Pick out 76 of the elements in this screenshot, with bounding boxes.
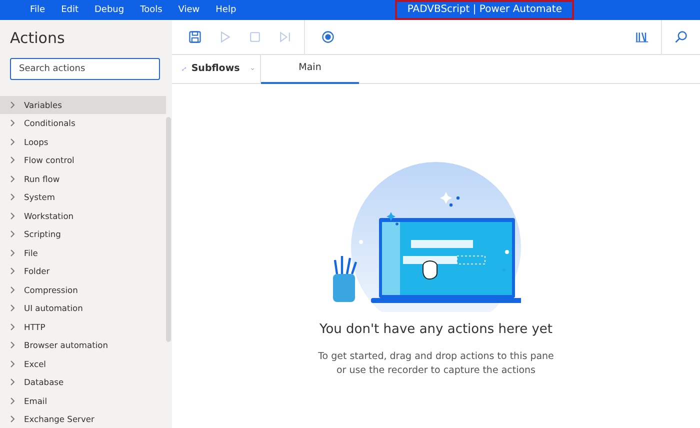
action-category[interactable]: Database: [0, 373, 166, 392]
category-label: UI automation: [24, 302, 83, 314]
scrollbar[interactable]: [166, 117, 171, 342]
chevron-icon: [10, 138, 16, 146]
empty-state-text: or use the recorder to capture the actions: [335, 364, 537, 378]
action-category[interactable]: HTTP: [0, 318, 166, 336]
chevron-icon: [10, 304, 16, 312]
chevron-icon: [10, 174, 16, 183]
menu-item[interactable]: Debug: [86, 0, 132, 20]
search-field[interactable]: Search actions: [10, 58, 160, 80]
category-label: Email: [24, 394, 48, 407]
chevron-icon: [10, 341, 16, 350]
menu-item[interactable]: View: [170, 0, 208, 20]
category-label: Run flow: [24, 172, 60, 185]
stop-icon: [248, 30, 262, 44]
category-label: File: [24, 246, 38, 259]
chevron-icon: [10, 156, 16, 164]
chevron-icon: [10, 230, 16, 238]
subflows-dropdown[interactable]: Subflows: [172, 55, 261, 83]
action-category[interactable]: Scripting: [0, 225, 166, 244]
books-icon: [635, 30, 649, 44]
record-icon: [321, 30, 335, 44]
empty-state-text: To get started, drag and drop actions to this pane: [318, 350, 554, 364]
action-category[interactable]: Variables: [0, 96, 166, 114]
menu-item[interactable]: File: [22, 0, 54, 20]
menu-item[interactable]: Edit: [53, 0, 86, 20]
chevron-icon: [10, 360, 16, 368]
action-category[interactable]: Conditionals: [0, 114, 166, 132]
category-label: Database: [24, 376, 64, 388]
save-icon: [188, 30, 202, 44]
chevron-icon: [10, 415, 16, 424]
chevron-icon: [10, 100, 16, 109]
category-label: Flow control: [24, 154, 74, 166]
category-label: Exchange Server: [24, 413, 94, 426]
action-category[interactable]: Folder: [0, 262, 166, 280]
chevron-icon: [10, 286, 16, 294]
category-label: Variables: [24, 98, 62, 111]
chevron-icon: [10, 396, 16, 405]
action-category[interactable]: System: [0, 188, 166, 206]
chevron-icon: [10, 119, 16, 128]
chevron-icon: [10, 267, 16, 276]
action-category[interactable]: Email: [0, 392, 166, 410]
action-category[interactable]: File: [0, 244, 166, 262]
chevron-icon: [10, 248, 16, 257]
action-category[interactable]: UI automation: [0, 299, 166, 318]
category-label: Scripting: [24, 228, 61, 240]
play-icon: [218, 30, 232, 44]
chevron-icon: [10, 322, 16, 331]
category-label: Conditionals: [24, 117, 76, 130]
action-category[interactable]: Run flow: [0, 170, 166, 188]
window-title: PADVBScript | Power Automate: [395, 0, 574, 20]
chevron-icon: [10, 378, 16, 386]
step-icon: [278, 30, 292, 44]
action-category[interactable]: Workstation: [0, 206, 166, 225]
menu-item[interactable]: Help: [208, 0, 244, 20]
category-label: Excel: [24, 358, 46, 370]
chevron-icon: [10, 193, 16, 202]
category-label: Browser automation: [24, 339, 108, 352]
action-category[interactable]: Excel: [0, 354, 166, 373]
category-label: Compression: [24, 284, 78, 296]
sidebar-title: Actions: [9, 28, 66, 49]
action-category[interactable]: Exchange Server: [0, 410, 166, 428]
category-label: Workstation: [24, 210, 74, 222]
tab[interactable]: Main: [261, 55, 359, 84]
chevron-icon: [10, 212, 16, 220]
menu-item[interactable]: Tools: [132, 0, 170, 20]
category-label: HTTP: [24, 320, 46, 333]
action-category[interactable]: Loops: [0, 132, 166, 151]
category-label: Loops: [24, 136, 48, 148]
category-label: Folder: [24, 265, 50, 278]
empty-state-heading: You don't have any actions here yet: [320, 321, 552, 339]
category-label: System: [24, 191, 55, 204]
action-category[interactable]: Compression: [0, 280, 166, 299]
search-icon: [674, 30, 688, 44]
action-category[interactable]: Flow control: [0, 151, 166, 170]
action-category[interactable]: Browser automation: [0, 336, 166, 354]
